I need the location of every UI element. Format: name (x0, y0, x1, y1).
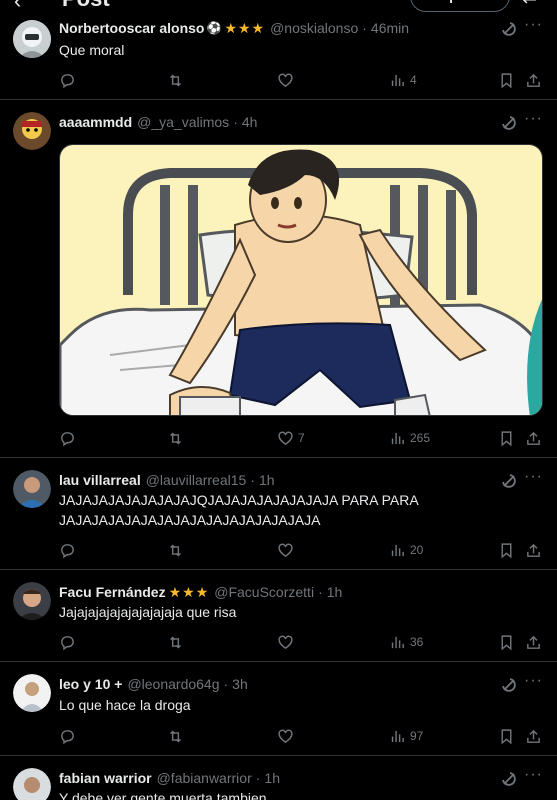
more-icon[interactable]: ··· (524, 672, 543, 690)
views-icon[interactable]: 4 (389, 70, 417, 90)
display-name[interactable]: Norbertooscar alonso (59, 20, 204, 36)
tweet-image[interactable] (59, 144, 543, 416)
back-icon[interactable]: ‹ (14, 0, 21, 14)
grok-icon[interactable] (500, 20, 518, 38)
tweet-actions: 36 (59, 632, 543, 652)
retweet-icon[interactable] (167, 70, 188, 90)
handle[interactable]: @lauvillarreal15 (146, 472, 247, 488)
page-title: Post (62, 0, 110, 12)
soccer-ball-emoji: ⚽ (206, 21, 222, 35)
display-name[interactable]: lau villarreal (59, 472, 141, 488)
star-badges: ★★★ (224, 19, 266, 36)
tweet-text: Y debe ver gente muerta tambien (59, 790, 267, 800)
tweet-text: Que moral (59, 42, 125, 58)
like-icon[interactable]: 7 (277, 428, 305, 448)
share-icon[interactable] (525, 70, 542, 90)
share-icon[interactable] (525, 726, 542, 746)
avatar[interactable] (13, 112, 51, 150)
like-icon[interactable] (277, 726, 298, 746)
display-name[interactable]: fabian warrior (59, 770, 152, 786)
like-icon[interactable] (277, 632, 298, 652)
views-icon[interactable]: 20 (389, 540, 423, 560)
tweet-actions: 7 265 (59, 428, 543, 448)
reply-icon[interactable] (59, 428, 80, 448)
timestamp[interactable]: 46min (371, 20, 409, 36)
more-icon[interactable]: ··· (524, 468, 543, 486)
retweet-icon[interactable] (167, 632, 188, 652)
reply-tweet[interactable]: Facu Fernández ★★★ @FacuScorzetti · 1h J… (0, 570, 557, 662)
display-name[interactable]: aaaammdd (59, 114, 132, 130)
avatar[interactable] (13, 20, 51, 58)
views-icon[interactable]: 36 (389, 632, 423, 652)
grok-icon[interactable] (500, 114, 518, 132)
handle[interactable]: @leonardo64g (127, 676, 219, 692)
tweet-text: Lo que hace la droga (59, 697, 191, 713)
timestamp[interactable]: 1h (327, 584, 343, 600)
top-bar: ‹ Post Responder ⇌ (0, 0, 557, 14)
share-icon[interactable] (525, 540, 542, 560)
retweet-icon[interactable] (167, 726, 188, 746)
tweet-actions: 4 (59, 70, 543, 90)
like-icon[interactable] (277, 540, 298, 560)
reply-tweet[interactable]: Norbertooscar alonso ⚽ ★★★ @noskialonso … (0, 14, 557, 100)
display-name[interactable]: leo y 10 + (59, 676, 122, 692)
tweet-actions: 97 (59, 726, 543, 746)
reply-icon[interactable] (59, 632, 80, 652)
share-icon[interactable] (525, 428, 542, 448)
reply-tweet[interactable]: fabian warrior @fabianwarrior · 1h ··· Y… (0, 756, 557, 800)
tweet-header: fabian warrior @fabianwarrior · 1h (59, 770, 280, 786)
more-icon[interactable]: ··· (524, 16, 543, 34)
grok-icon[interactable] (500, 770, 518, 788)
cartoon-illustration (60, 145, 542, 415)
reply-icon[interactable] (59, 726, 80, 746)
handle[interactable]: @_ya_valimos (137, 114, 229, 130)
more-icon[interactable]: ··· (524, 766, 543, 784)
like-icon[interactable] (277, 70, 298, 90)
bookmark-icon[interactable] (498, 428, 515, 448)
handle[interactable]: @fabianwarrior (157, 770, 252, 786)
avatar[interactable] (13, 768, 51, 800)
display-name[interactable]: Facu Fernández (59, 584, 166, 600)
views-icon[interactable]: 265 (389, 428, 430, 448)
timestamp[interactable]: 1h (259, 472, 275, 488)
share-icon[interactable] (525, 632, 542, 652)
grok-icon[interactable] (500, 676, 518, 694)
bookmark-icon[interactable] (498, 70, 515, 90)
avatar[interactable] (13, 674, 51, 712)
timestamp[interactable]: 3h (232, 676, 248, 692)
reply-tweet[interactable]: aaaammdd @_ya_valimos · 4h ··· 7 265 (0, 100, 557, 458)
tweet-header: lau villarreal @lauvillarreal15 · 1h (59, 472, 275, 488)
tweet-header: aaaammdd @_ya_valimos · 4h (59, 114, 258, 130)
handle[interactable]: @noskialonso (270, 20, 358, 36)
tweet-header: Facu Fernández ★★★ @FacuScorzetti · 1h (59, 583, 343, 601)
bookmark-icon[interactable] (498, 540, 515, 560)
retweet-icon[interactable] (167, 428, 188, 448)
timestamp[interactable]: 1h (264, 770, 280, 786)
views-icon[interactable]: 97 (389, 726, 423, 746)
avatar[interactable] (13, 582, 51, 620)
timestamp[interactable]: 4h (242, 114, 258, 130)
bookmark-icon[interactable] (498, 632, 515, 652)
avatar[interactable] (13, 470, 51, 508)
tweet-header: Norbertooscar alonso ⚽ ★★★ @noskialonso … (59, 19, 410, 37)
tweet-text: JAJAJAJAJAJAJAJAJQJAJAJAJAJAJAJAJA PARA … (59, 492, 418, 528)
grok-icon[interactable] (500, 472, 518, 490)
handle[interactable]: @FacuScorzetti (214, 584, 314, 600)
star-badges: ★★★ (168, 583, 210, 600)
tweet-text: Jajajajajajajajajajaja que risa (59, 604, 237, 620)
reply-tweet[interactable]: lau villarreal @lauvillarreal15 · 1h ···… (0, 458, 557, 570)
tweet-header: leo y 10 + @leonardo64g · 3h (59, 676, 248, 692)
bookmark-icon[interactable] (498, 726, 515, 746)
reply-button[interactable]: Responder (410, 0, 510, 12)
tweet-actions: 20 (59, 540, 543, 560)
reply-icon[interactable] (59, 540, 80, 560)
settings-icon[interactable]: ⇌ (522, 0, 537, 9)
reply-tweet[interactable]: leo y 10 + @leonardo64g · 3h ··· Lo que … (0, 662, 557, 756)
reply-icon[interactable] (59, 70, 80, 90)
retweet-icon[interactable] (167, 540, 188, 560)
more-icon[interactable]: ··· (524, 110, 543, 128)
